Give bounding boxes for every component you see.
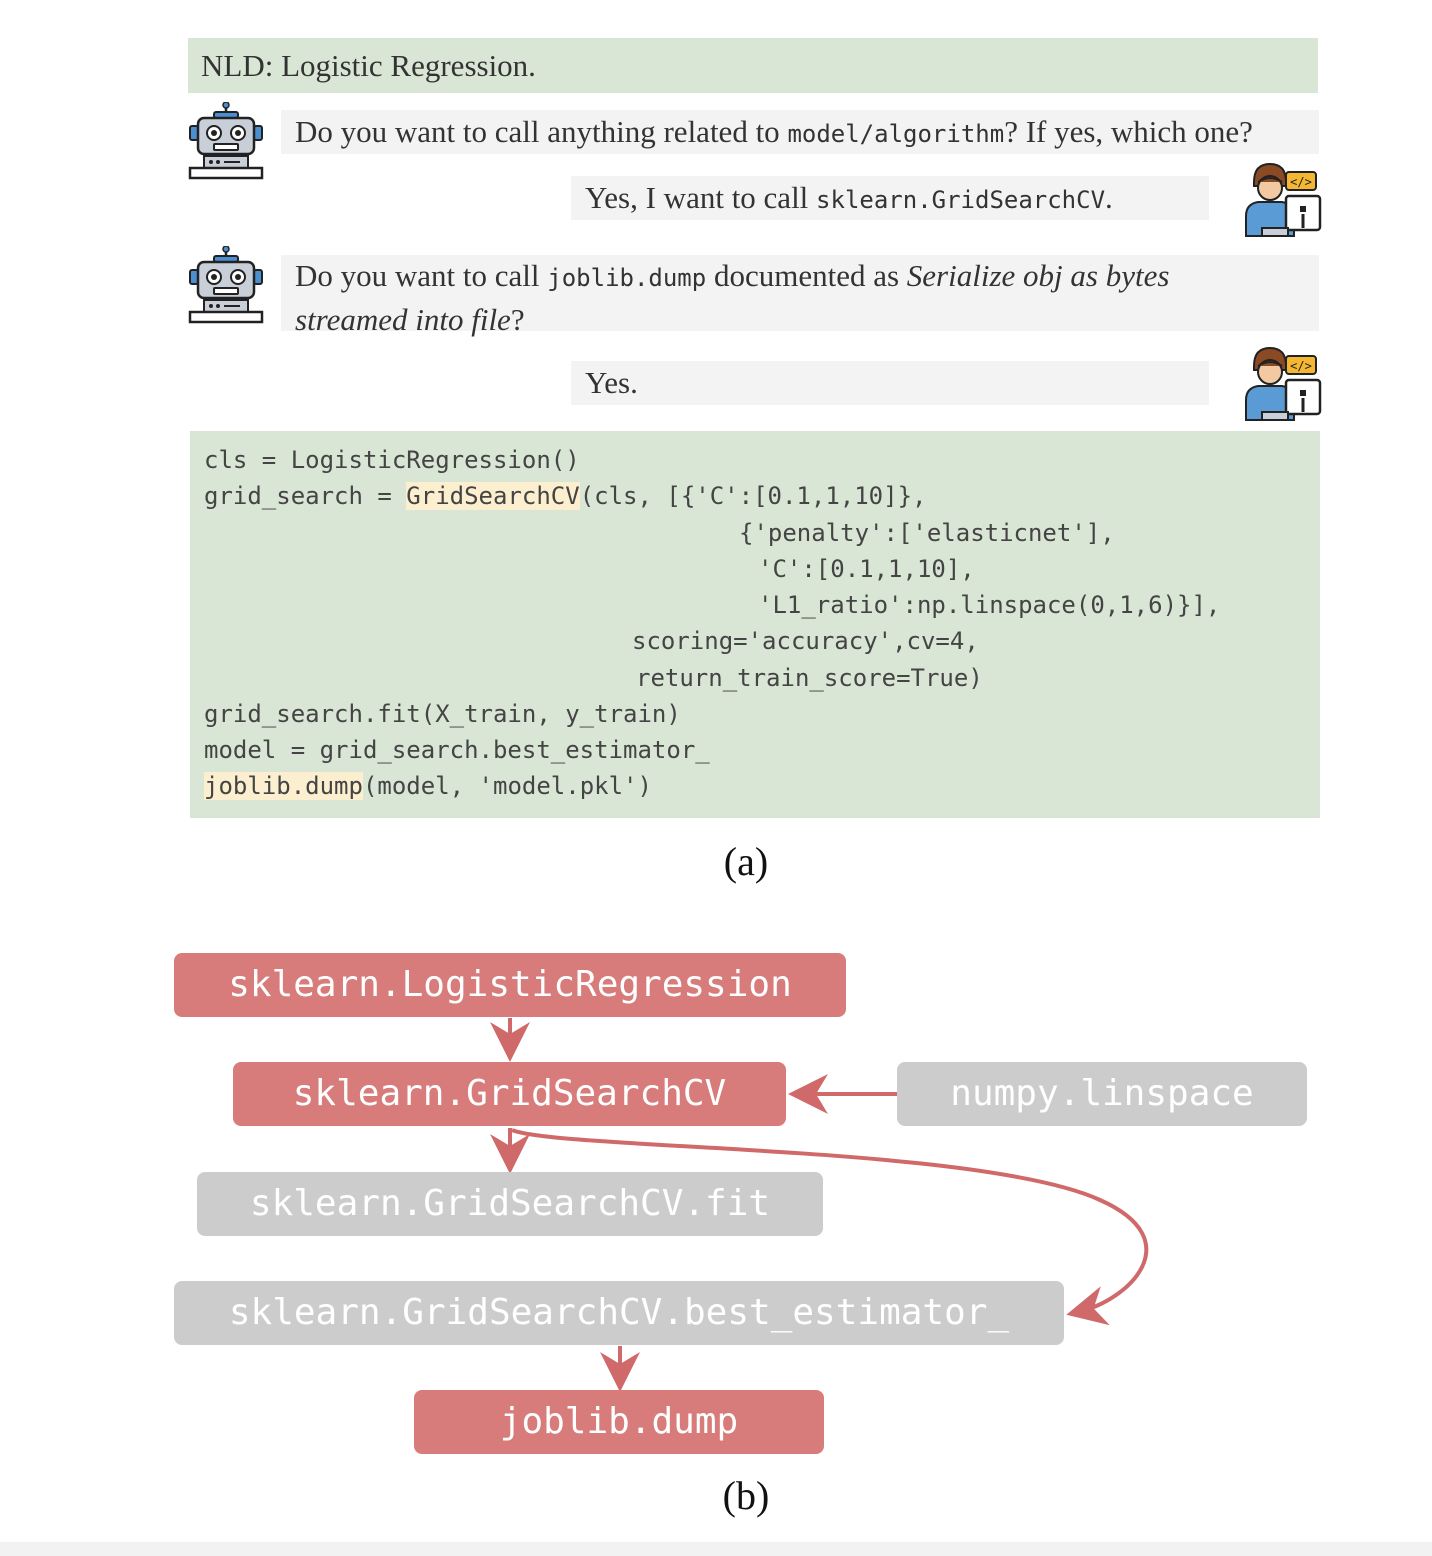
svg-text:</>: </>	[1290, 175, 1312, 189]
assistant-question-1: Do you want to call anything related to …	[281, 110, 1319, 154]
code-highlight: GridSearchCV	[406, 482, 580, 510]
robot-icon	[188, 246, 264, 324]
caption-a: (a)	[723, 839, 769, 884]
code-line: cls = LogisticRegression()	[204, 446, 580, 474]
code-line: 'C':[0.1,1,10],	[758, 555, 975, 583]
node-sklearn-logisticregression: sklearn.LogisticRegression	[174, 953, 846, 1017]
code-line: joblib.dump(model, 'model.pkl')	[204, 772, 652, 800]
node-sklearn-gridsearchcv-fit: sklearn.GridSearchCV.fit	[197, 1172, 823, 1236]
code-line: grid_search.fit(X_train, y_train)	[204, 700, 681, 728]
code-line: return_train_score=True)	[636, 664, 983, 692]
node-sklearn-gridsearchcv-best-estimator: sklearn.GridSearchCV.best_estimator_	[174, 1281, 1064, 1345]
code-block: cls = LogisticRegression() grid_search =…	[190, 431, 1320, 818]
node-numpy-linspace: numpy.linspace	[897, 1062, 1307, 1126]
node-sklearn-gridsearchcv: sklearn.GridSearchCV	[233, 1062, 786, 1126]
code-line: model = grid_search.best_estimator_	[204, 736, 710, 764]
developer-icon: </>	[1245, 346, 1322, 421]
svg-text:</>: </>	[1290, 359, 1312, 373]
robot-icon	[188, 102, 264, 180]
user-answer-1: Yes, I want to call sklearn.GridSearchCV…	[571, 176, 1209, 220]
code-highlight: joblib.dump	[204, 772, 363, 800]
caption-b: (b)	[722, 1473, 770, 1518]
code-line: grid_search = GridSearchCV(cls, [{'C':[0…	[204, 482, 927, 510]
bottom-strip	[0, 1542, 1432, 1556]
node-joblib-dump: joblib.dump	[414, 1390, 824, 1454]
developer-icon: </>	[1245, 162, 1322, 237]
nld-banner: NLD: Logistic Regression.	[188, 38, 1318, 93]
code-line: scoring='accuracy',cv=4,	[632, 627, 979, 655]
code-line: {'penalty':['elasticnet'],	[739, 519, 1115, 547]
user-answer-2: Yes.	[571, 361, 1209, 405]
assistant-question-2: Do you want to call joblib.dump document…	[281, 255, 1319, 337]
code-line: 'L1_ratio':np.linspace(0,1,6)}],	[758, 591, 1221, 619]
